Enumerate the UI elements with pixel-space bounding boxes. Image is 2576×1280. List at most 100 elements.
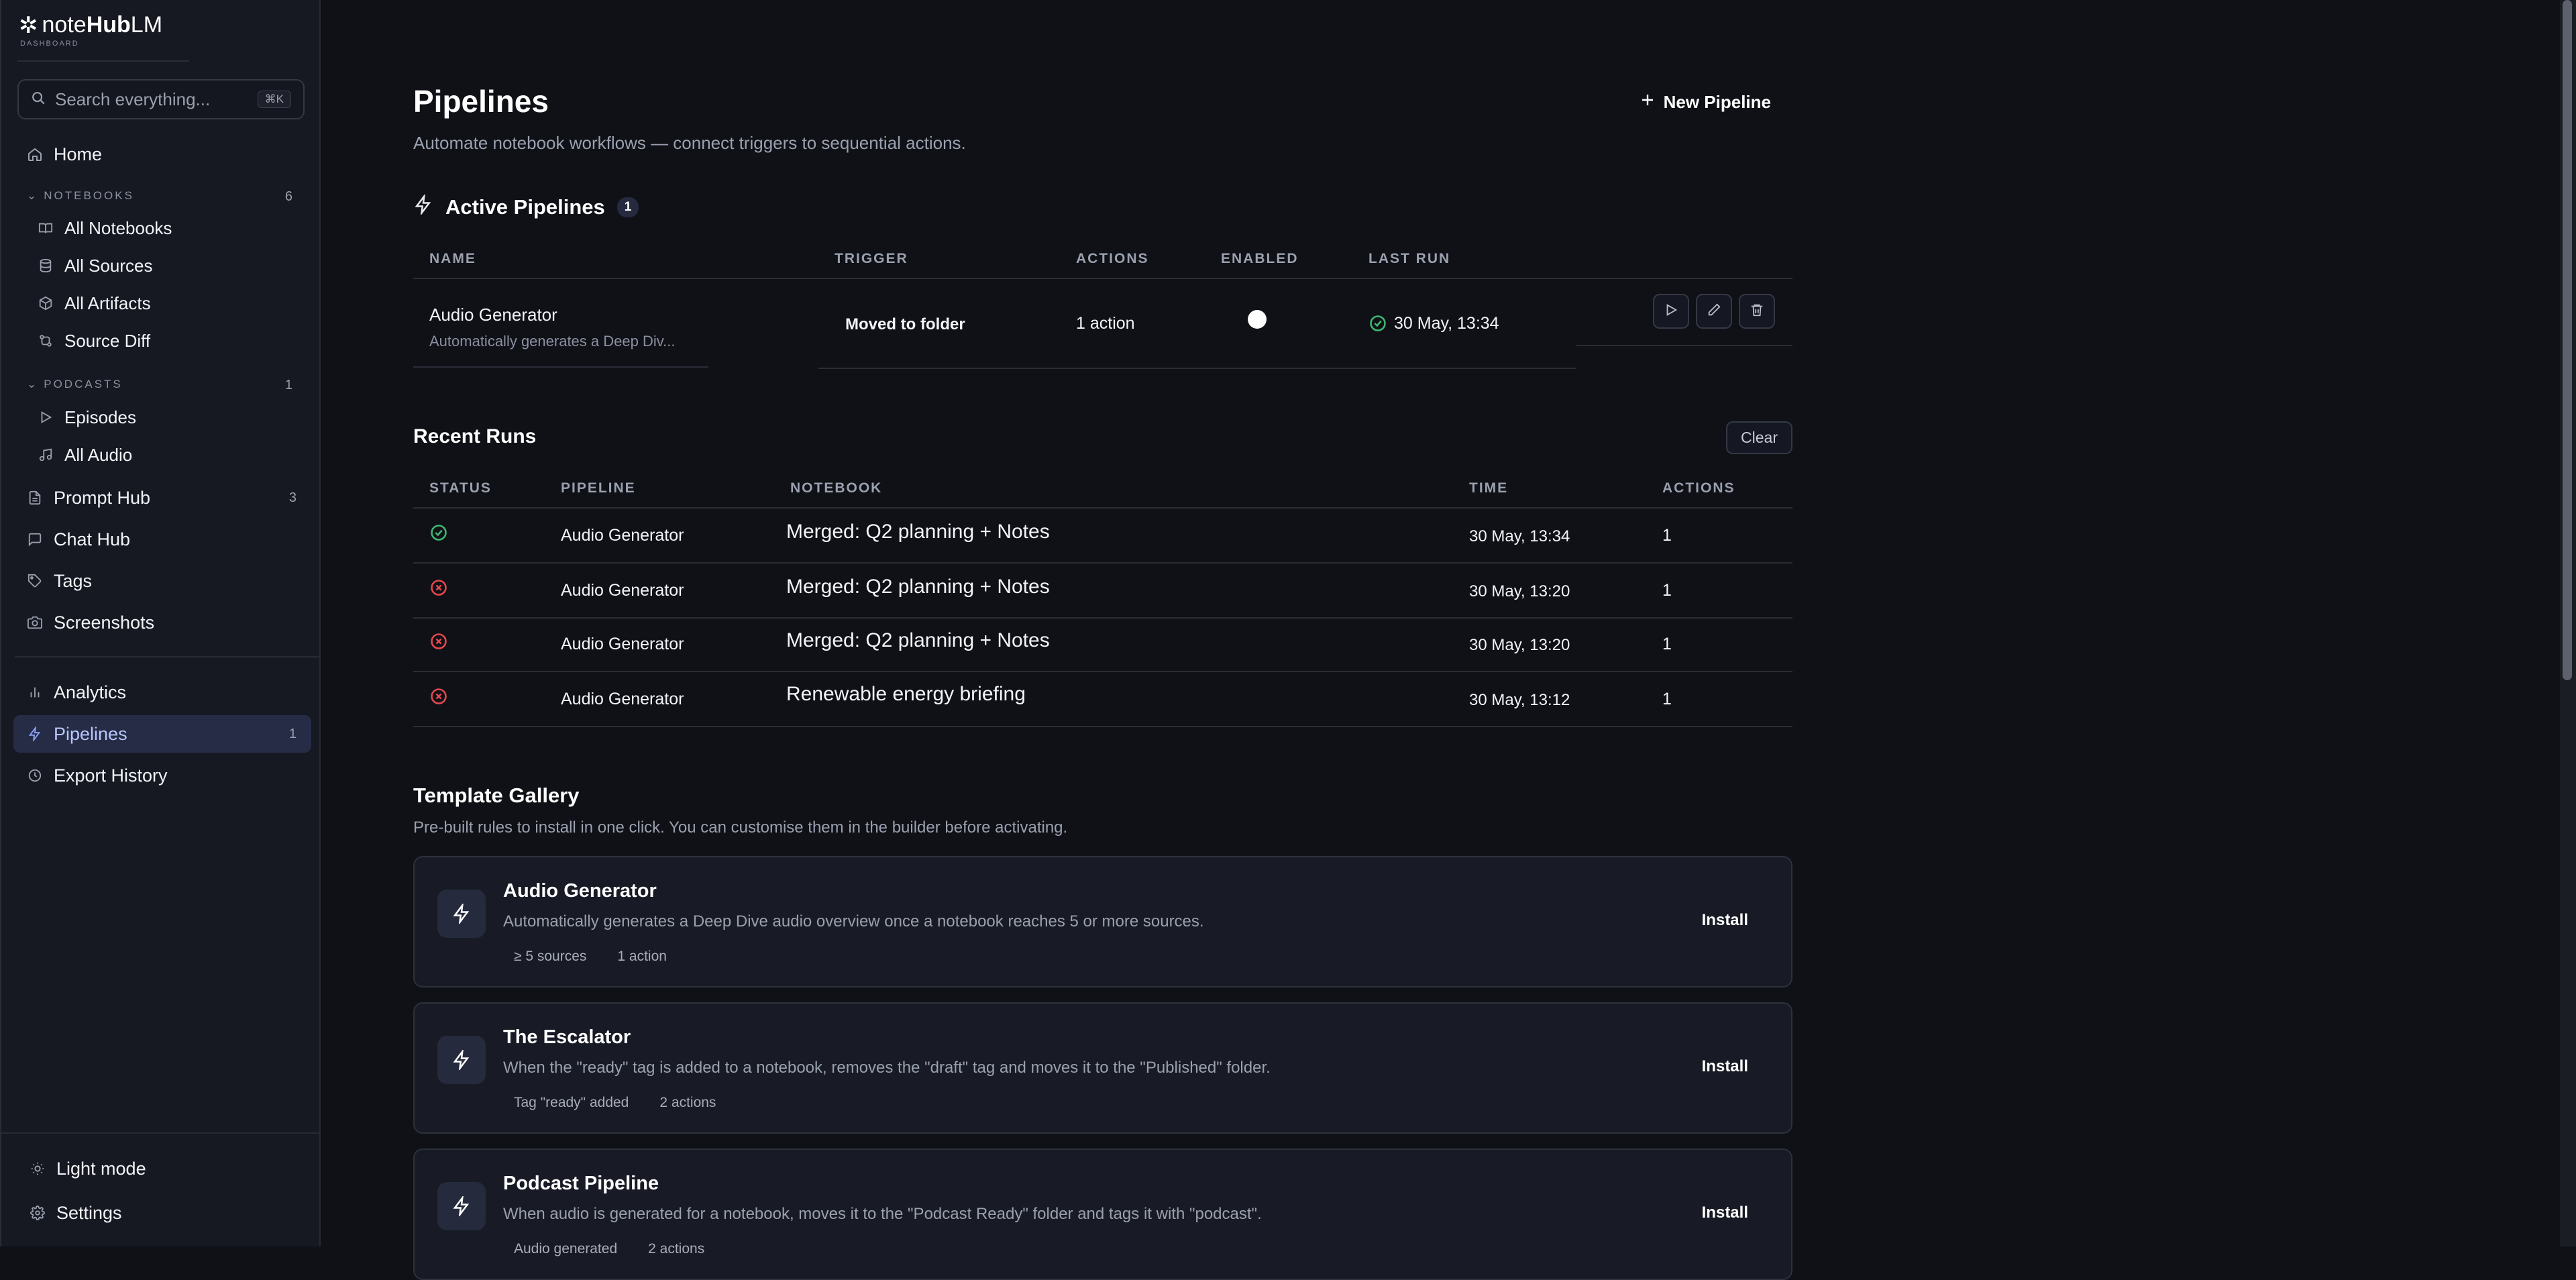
template-actions-chip: 1 action — [617, 949, 667, 964]
sidebar-item-export-history[interactable]: Export History — [13, 757, 311, 794]
new-pipeline-button[interactable]: New Pipeline — [1618, 86, 1792, 118]
search-input[interactable]: Search everything... ⌘K — [17, 79, 305, 119]
template-title: Audio Generator — [503, 880, 657, 902]
brand-name-suffix: LM — [130, 12, 163, 38]
run-pipeline: Audio Generator — [561, 690, 684, 708]
template-card[interactable]: Audio Generator Automatically generates … — [413, 856, 1792, 988]
run-notebook: Renewable energy briefing — [786, 683, 1026, 705]
sidebar-item-all-artifacts[interactable]: All Artifacts — [38, 284, 311, 322]
pipeline-trigger: Moved to folder — [845, 315, 965, 333]
error-status-icon — [429, 632, 448, 654]
podcasts-group-toggle[interactable]: ⌄ PODCASTS — [27, 378, 123, 391]
sidebar-item-all-notebooks[interactable]: All Notebooks — [38, 209, 311, 247]
run-button[interactable] — [1653, 294, 1689, 329]
clear-button[interactable]: Clear — [1726, 421, 1792, 454]
install-button[interactable]: Install — [1702, 1204, 1748, 1222]
install-button[interactable]: Install — [1702, 1057, 1748, 1076]
template-card[interactable]: Podcast Pipeline When audio is generated… — [413, 1149, 1792, 1280]
column-header-pipeline: PIPELINE — [561, 480, 636, 496]
template-title: Podcast Pipeline — [503, 1173, 659, 1194]
run-actions: 1 — [1662, 690, 1672, 708]
template-actions-chip: 2 actions — [659, 1095, 716, 1110]
brand[interactable]: ✲ noteHubLM DASHBOARD — [19, 12, 162, 48]
zap-icon — [437, 1182, 486, 1230]
template-card[interactable]: The Escalator When the "ready" tag is ad… — [413, 1002, 1792, 1134]
template-trigger-chip: Audio generated — [514, 1241, 618, 1257]
install-button[interactable]: Install — [1702, 911, 1748, 930]
git-compare-icon — [38, 333, 54, 349]
column-header-actions: ACTIONS — [1076, 251, 1149, 266]
sidebar-item-prompt-hub[interactable]: Prompt Hub 3 — [13, 479, 311, 517]
pipeline-last-run: 30 May, 13:34 — [1394, 314, 1499, 333]
page-title: Pipelines — [413, 84, 549, 119]
notebooks-group-toggle[interactable]: ⌄ NOTEBOOKS — [27, 189, 134, 203]
sidebar-item-analytics[interactable]: Analytics — [13, 674, 311, 711]
delete-button[interactable] — [1739, 294, 1775, 329]
recent-runs-title: Recent Runs — [413, 425, 536, 448]
zap-icon — [437, 1036, 486, 1084]
chevron-down-icon: ⌄ — [27, 189, 39, 202]
run-notebook: Merged: Q2 planning + Notes — [786, 629, 1050, 651]
template-trigger-chip: ≥ 5 sources — [514, 949, 587, 964]
sidebar-item-label: All Artifacts — [64, 292, 151, 313]
search-placeholder: Search everything... — [55, 89, 211, 109]
sidebar-item-label: Tags — [54, 570, 93, 591]
camera-icon — [27, 615, 43, 631]
divider — [413, 726, 1792, 727]
sidebar-item-pipelines[interactable]: Pipelines 1 — [13, 715, 311, 753]
run-pipeline: Audio Generator — [561, 581, 684, 600]
sidebar-item-chat-hub[interactable]: Chat Hub — [13, 521, 311, 558]
sidebar-item-label: Pipelines — [54, 723, 127, 744]
sidebar-item-label: All Sources — [64, 255, 153, 276]
prompt-hub-count: 3 — [288, 490, 297, 505]
sidebar-item-label: Episodes — [64, 407, 136, 427]
new-pipeline-label: New Pipeline — [1663, 91, 1771, 112]
template-title: The Escalator — [503, 1026, 631, 1048]
sidebar-item-episodes[interactable]: Episodes — [38, 398, 311, 436]
settings-label: Settings — [56, 1202, 122, 1223]
search-icon — [31, 91, 46, 109]
check-circle-icon — [1368, 314, 1387, 336]
sidebar-item-all-audio[interactable]: All Audio — [38, 436, 311, 474]
divider — [413, 671, 1792, 672]
sidebar-item-label: Source Diff — [64, 330, 151, 351]
sidebar-item-all-sources[interactable]: All Sources — [38, 247, 311, 284]
divider — [413, 562, 1792, 564]
zap-icon — [413, 193, 433, 220]
light-mode-toggle[interactable]: Light mode — [16, 1150, 314, 1187]
divider — [413, 278, 1792, 279]
scrollbar-thumb[interactable] — [2563, 0, 2572, 680]
sidebar-item-label: Home — [54, 144, 103, 164]
enabled-toggle[interactable] — [1248, 310, 1267, 329]
bar-chart-icon — [27, 684, 43, 700]
sidebar-item-screenshots[interactable]: Screenshots — [13, 604, 311, 641]
pipeline-actions: 1 action — [1076, 314, 1135, 333]
sidebar-item-source-diff[interactable]: Source Diff — [38, 322, 311, 360]
section-title: Template Gallery — [413, 784, 580, 807]
column-header-enabled: ENABLED — [1221, 251, 1299, 266]
sidebar-item-home[interactable]: Home — [13, 136, 311, 173]
template-gallery-subtitle: Pre-built rules to install in one click.… — [413, 818, 1068, 837]
pipeline-name: Audio Generator — [429, 305, 557, 325]
brand-name-hub: Hub — [86, 12, 131, 38]
pipelines-count: 1 — [288, 726, 297, 741]
template-gallery-title: Template Gallery — [413, 784, 580, 808]
podcasts-group-label: PODCASTS — [44, 378, 123, 390]
sidebar-item-label: Screenshots — [54, 612, 155, 633]
column-header-status: STATUS — [429, 480, 492, 496]
sidebar-item-tags[interactable]: Tags — [13, 562, 311, 600]
settings-button[interactable]: Settings — [16, 1194, 314, 1232]
edit-button[interactable] — [1696, 294, 1732, 329]
notebooks-group-label: NOTEBOOKS — [44, 189, 134, 202]
sidebar-item-label: All Notebooks — [64, 217, 172, 238]
page-subtitle: Automate notebook workflows — connect tr… — [413, 133, 966, 153]
run-actions: 1 — [1662, 526, 1672, 545]
zap-icon — [437, 890, 486, 938]
template-trigger-chip: Tag "ready" added — [514, 1095, 629, 1110]
divider — [818, 368, 1576, 369]
play-icon — [1664, 303, 1678, 321]
active-pipelines-header: Active Pipelines 1 — [413, 193, 639, 220]
sidebar-item-label: Prompt Hub — [54, 487, 151, 508]
message-square-icon — [27, 531, 43, 547]
column-header-time: TIME — [1469, 480, 1509, 496]
